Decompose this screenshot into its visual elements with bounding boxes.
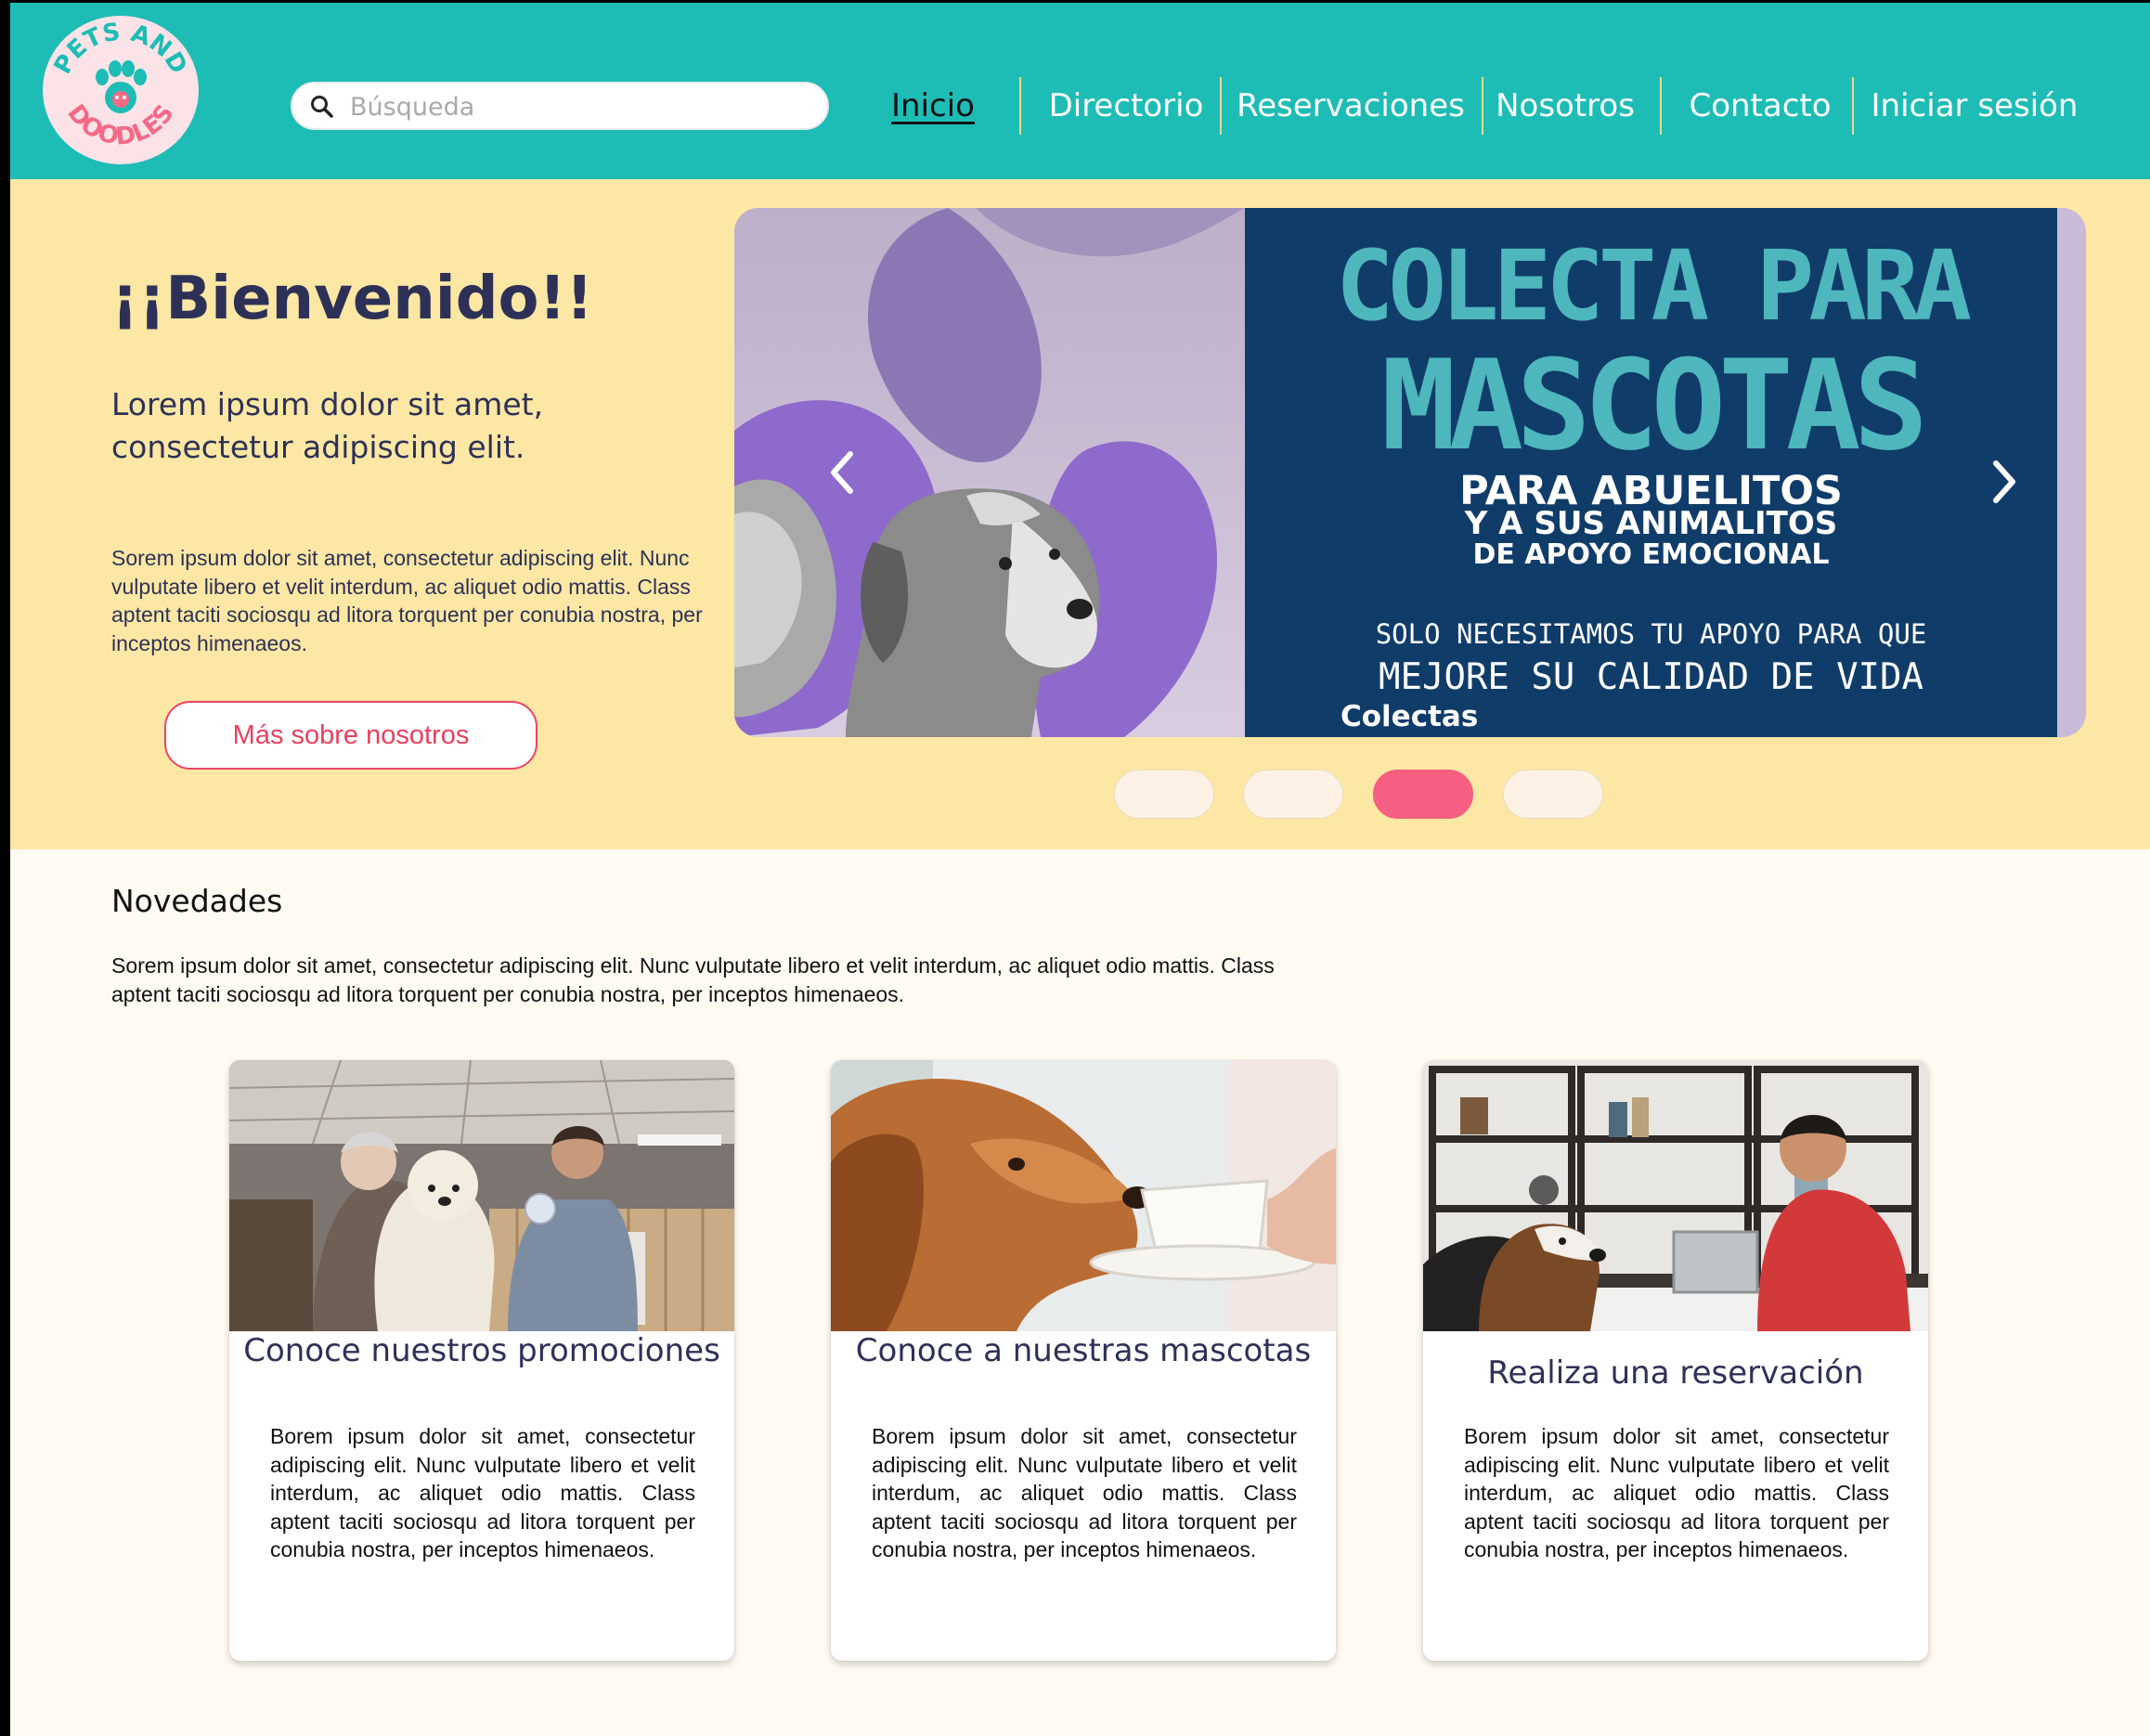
photo-office-dog xyxy=(1423,1060,1928,1331)
card-text: Borem ipsum dolor sit amet, consectetur … xyxy=(270,1424,695,1561)
nav-nosotros[interactable]: Nosotros xyxy=(1487,75,1643,136)
nav-directorio[interactable]: Directorio xyxy=(1033,75,1219,136)
photo-cafe-dog xyxy=(229,1060,734,1331)
grandma-dog-illustration xyxy=(734,208,1245,737)
brand-logo[interactable]: PETS AND DOODLES xyxy=(43,16,199,164)
slide-subline-3: DE APOYO EMOCIONAL xyxy=(1472,538,1830,571)
card-image-office xyxy=(1423,1060,1928,1331)
nav-divider xyxy=(1660,77,1662,135)
carousel-prev-button[interactable] xyxy=(820,445,866,500)
carousel-next-button[interactable] xyxy=(1980,454,2027,510)
carousel-dot-4[interactable] xyxy=(1503,770,1603,819)
nav-iniciar-sesion[interactable]: Iniciar sesión xyxy=(1863,75,2086,136)
news-text: Sorem ipsum dolor sit amet, consectetur … xyxy=(111,953,1275,1006)
nav-divider xyxy=(1852,77,1854,135)
card-pets[interactable]: Conoce a nuestras mascotas Borem ipsum d… xyxy=(831,1060,1336,1661)
slide-subline-2: Y A SUS ANIMALITOS xyxy=(1464,505,1838,542)
image-carousel[interactable]: COLECTA PARA MASCOTAS PARA ABUELITOS Y A… xyxy=(734,208,2086,737)
slide-subline-5: MEJORE SU CALIDAD DE VIDA xyxy=(1379,656,1923,698)
card-text: Borem ipsum dolor sit amet, consectetur … xyxy=(872,1424,1297,1561)
slide-photo-grandma-beagle xyxy=(734,208,1245,737)
carousel-dot-1[interactable] xyxy=(1114,770,1214,819)
slide-subline-4: SOLO NECESITAMOS TU APOYO PARA QUE xyxy=(1375,618,1927,650)
chevron-right-icon xyxy=(1993,460,2015,503)
pets-and-doodles-logo: PETS AND DOODLES xyxy=(48,18,193,162)
hero-subtitle: Lorem ipsum dolor sit amet, consectetur … xyxy=(111,386,544,465)
search-input[interactable] xyxy=(350,91,805,123)
card-title: Conoce nuestros promociones xyxy=(243,1332,720,1369)
card-title: Conoce a nuestras mascotas xyxy=(855,1332,1312,1369)
card-promotions[interactable]: Conoce nuestros promociones Borem ipsum … xyxy=(229,1060,734,1661)
card-reservation[interactable]: Realiza una reservación Borem ipsum dolo… xyxy=(1423,1060,1928,1661)
card-image-dog-coffee xyxy=(831,1060,1336,1331)
card-image-cafe xyxy=(229,1060,734,1331)
nav-inicio[interactable]: Inicio xyxy=(887,75,979,136)
slide-caption: Colectas xyxy=(1341,700,1479,733)
nav-divider xyxy=(1220,77,1222,135)
card-title: Realiza una reservación xyxy=(1487,1354,1864,1392)
about-us-button[interactable]: Más sobre nosotros xyxy=(164,701,538,770)
nav-divider xyxy=(1482,77,1483,135)
news-title: Novedades xyxy=(111,883,283,919)
nav-reservaciones[interactable]: Reservaciones xyxy=(1232,75,1470,136)
slide-headline-1: COLECTA PARA xyxy=(1335,229,1972,343)
hero-text: Sorem ipsum dolor sit amet, consectetur … xyxy=(111,546,703,655)
slide-headline-2: MASCOTAS xyxy=(1380,333,1928,478)
hero-title: ¡¡Bienvenido!! xyxy=(111,265,593,333)
top-header: PETS AND DOODLES Búsqueda Inicio Directo… xyxy=(10,3,2150,179)
nav-contacto[interactable]: Contacto xyxy=(1681,75,1839,136)
chevron-left-icon xyxy=(831,451,853,494)
slide-edge xyxy=(2057,208,2086,737)
search-icon xyxy=(311,96,333,118)
nav-divider xyxy=(1019,77,1021,135)
card-text: Borem ipsum dolor sit amet, consectetur … xyxy=(1464,1424,1889,1561)
carousel-dot-2[interactable] xyxy=(1243,770,1343,819)
carousel-dot-3[interactable] xyxy=(1373,770,1473,819)
photo-dog-coffee xyxy=(831,1060,1336,1331)
search-bar[interactable] xyxy=(291,82,829,130)
page: PETS AND DOODLES Búsqueda Inicio Directo… xyxy=(10,3,2150,1736)
slide-banner: COLECTA PARA MASCOTAS PARA ABUELITOS Y A… xyxy=(1245,208,2057,737)
